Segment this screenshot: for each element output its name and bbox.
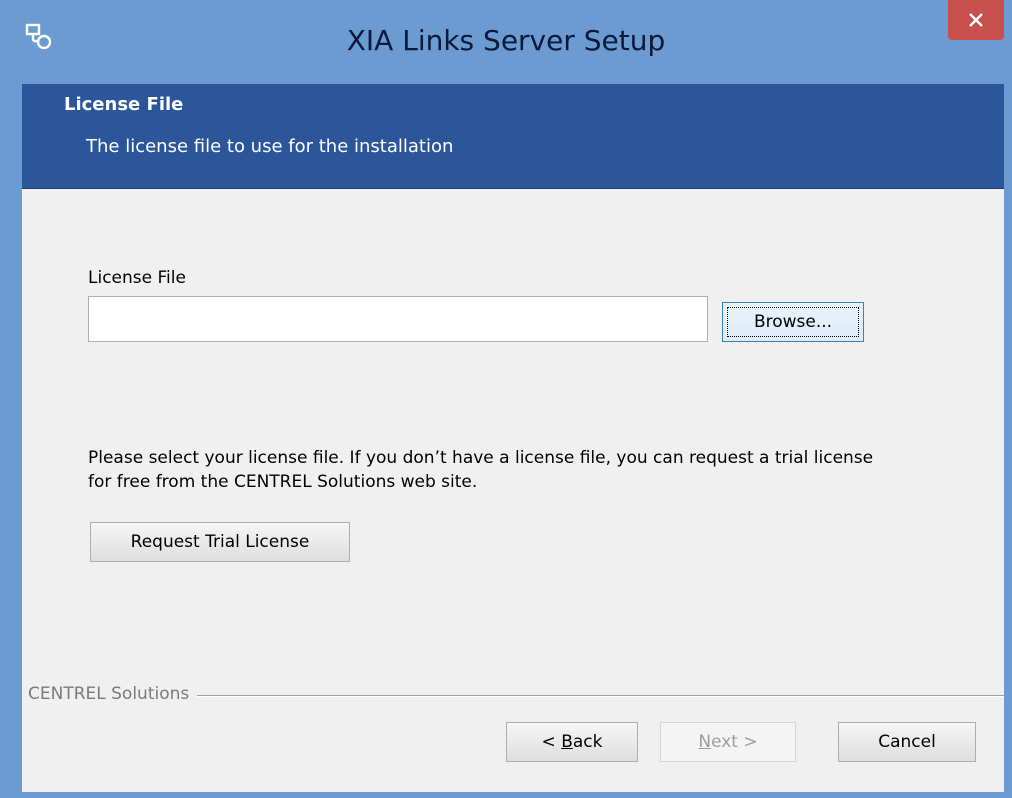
back-button[interactable]: < Back	[506, 722, 638, 762]
cancel-button[interactable]: Cancel	[838, 722, 976, 762]
next-button-accelerator: N	[698, 732, 712, 752]
back-button-label-rest: ack	[572, 732, 603, 752]
next-button[interactable]: Next >	[660, 722, 796, 762]
banner-subtitle: The license file to use for the installa…	[86, 136, 454, 157]
banner-title: License File	[64, 94, 184, 115]
vendor-label: CENTREL Solutions	[28, 684, 198, 704]
close-icon	[969, 13, 983, 27]
title-bar[interactable]: XIA Links Server Setup	[0, 0, 1012, 84]
request-trial-license-label: Request Trial License	[130, 532, 310, 552]
header-banner: License File The license file to use for…	[22, 84, 1004, 189]
license-help-text: Please select your license file. If you …	[88, 448, 874, 492]
browse-button-label: Browse...	[753, 312, 833, 332]
next-button-label-rest: ext >	[711, 732, 758, 752]
window-title: XIA Links Server Setup	[346, 24, 666, 57]
back-button-accelerator: B	[561, 732, 573, 752]
request-trial-license-button[interactable]: Request Trial License	[90, 522, 350, 562]
cancel-button-label: Cancel	[878, 732, 936, 752]
dialog-client-area: License File The license file to use for…	[22, 84, 1004, 792]
close-button[interactable]	[948, 0, 1004, 40]
browse-button[interactable]: Browse...	[722, 302, 864, 342]
license-file-label: License File	[88, 268, 186, 288]
back-button-prefix: <	[541, 732, 562, 752]
license-file-input[interactable]	[88, 296, 708, 342]
vendor-separator: CENTREL Solutions	[22, 684, 1004, 708]
setup-window: XIA Links Server Setup License File The …	[0, 0, 1012, 798]
